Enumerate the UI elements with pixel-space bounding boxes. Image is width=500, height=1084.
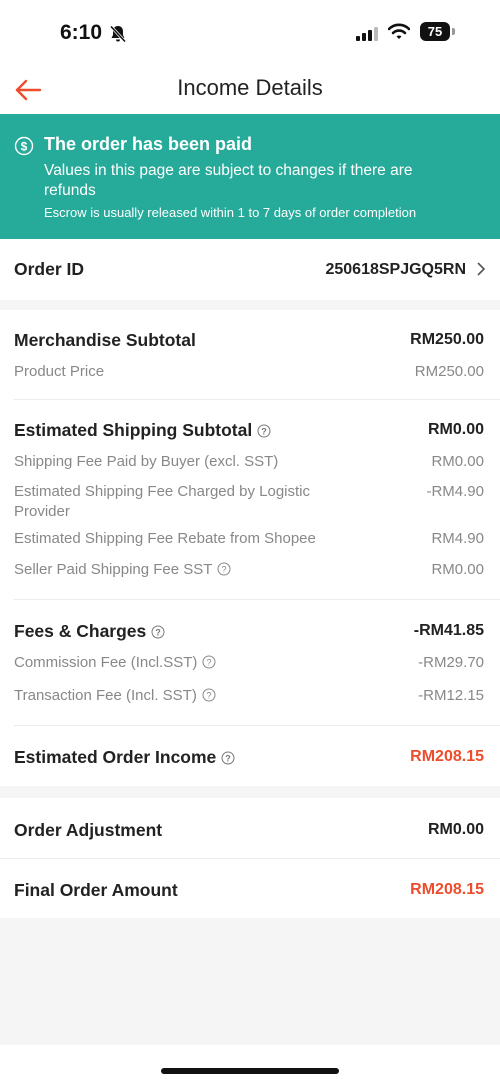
fees-charges-label: Fees & Charges?: [14, 621, 165, 644]
fee-item-value: -RM29.70: [418, 654, 484, 671]
fee-item-label: Commission Fee (Incl.SST)?: [14, 654, 216, 673]
product-price-label: Product Price: [14, 363, 105, 380]
order-adjustment-value: RM0.00: [427, 821, 484, 838]
shipping-item-label: Estimated Shipping Fee Rebate from Shope…: [14, 530, 316, 547]
divider: [14, 599, 500, 600]
shipping-item-value: RM0.00: [431, 561, 484, 578]
signal-icon: [356, 27, 378, 46]
chevron-right-icon[interactable]: [476, 261, 486, 282]
divider: [14, 399, 500, 400]
shipping-subtotal-value: RM0.00: [427, 421, 484, 438]
wifi-icon: [387, 23, 411, 45]
help-icon[interactable]: ?: [151, 623, 165, 644]
estimated-income-label: Estimated Order Income?: [14, 747, 235, 770]
svg-text:?: ?: [207, 658, 212, 668]
svg-text:?: ?: [156, 628, 162, 638]
banner-note: Escrow is usually released within 1 to 7…: [44, 205, 417, 220]
product-price-value: RM250.00: [414, 363, 484, 380]
fee-item-label: Transaction Fee (Incl. SST)?: [14, 687, 216, 706]
banner-subtitle: Values in this page are subject to chang…: [44, 162, 413, 199]
shipping-item-value: RM4.90: [431, 530, 484, 547]
svg-text:?: ?: [226, 754, 232, 764]
merchandise-subtotal-value: RM250.00: [410, 331, 484, 348]
fees-charges-value: -RM41.85: [413, 622, 484, 639]
estimated-income-value: RM208.15: [410, 748, 484, 765]
battery-icon: 75: [420, 22, 455, 41]
shipping-subtotal-label: Estimated Shipping Subtotal?: [14, 420, 271, 443]
svg-text:?: ?: [206, 691, 211, 701]
svg-text:?: ?: [222, 565, 227, 575]
shipping-item-label: Estimated Shipping Fee Charged by Logist…: [14, 483, 311, 520]
home-indicator[interactable]: [161, 1068, 339, 1074]
status-bar: 6:10 75: [0, 0, 500, 68]
order-id-value: 250618SPJGQ5RN: [325, 261, 466, 278]
page-title: Income Details: [177, 75, 323, 100]
shipping-item-value: -RM4.90: [426, 483, 484, 500]
help-icon[interactable]: ?: [202, 688, 216, 706]
bell-slash-icon: [109, 25, 127, 48]
order-id-label: Order ID: [14, 259, 85, 279]
order-id-row[interactable]: Order ID 250618SPJGQ5RN: [0, 239, 500, 300]
banner-title: The order has been paid: [44, 134, 253, 154]
income-breakdown-card: Merchandise Subtotal RM250.00 Product Pr…: [0, 310, 500, 786]
final-order-amount-label: Final Order Amount: [14, 880, 178, 900]
svg-text:?: ?: [261, 427, 267, 437]
shipping-item-label: Shipping Fee Paid by Buyer (excl. SST): [14, 453, 279, 470]
shipping-item-value: RM0.00: [431, 453, 484, 470]
final-amount-card: Order Adjustment RM0.00 Final Order Amou…: [0, 798, 500, 918]
battery-level: 75: [420, 22, 450, 41]
nav-bar: Income Details: [0, 68, 500, 114]
shipping-item-label: Seller Paid Shipping Fee SST?: [14, 561, 231, 580]
status-time: 6:10: [60, 21, 103, 44]
svg-text:$: $: [21, 140, 28, 154]
fee-item-value: -RM12.15: [418, 687, 484, 704]
merchandise-subtotal-label: Merchandise Subtotal: [14, 330, 196, 350]
divider: [0, 858, 500, 859]
payment-status-banner: $ The order has been paid Values in this…: [0, 114, 500, 239]
divider: [14, 725, 500, 726]
bottom-safe-area: [0, 1045, 500, 1084]
help-icon[interactable]: ?: [221, 749, 235, 770]
dollar-circle-icon: $: [14, 136, 34, 161]
help-icon[interactable]: ?: [257, 422, 271, 443]
final-order-amount-value: RM208.15: [410, 881, 484, 898]
help-icon[interactable]: ?: [217, 562, 231, 580]
help-icon[interactable]: ?: [202, 655, 216, 673]
order-adjustment-label: Order Adjustment: [14, 820, 163, 840]
